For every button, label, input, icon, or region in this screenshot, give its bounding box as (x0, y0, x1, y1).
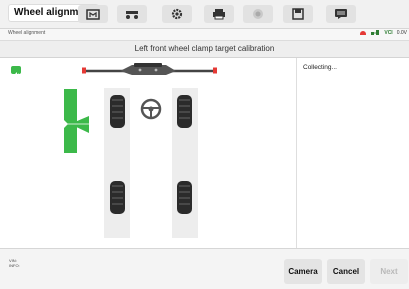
print-button[interactable] (204, 5, 234, 23)
calibration-target-bar (82, 63, 217, 75)
settings-button[interactable] (162, 5, 192, 23)
status-bar: Wheel alignment VCI 0.0V (0, 29, 409, 41)
vci-label: VCI (384, 30, 393, 36)
save-icon (292, 8, 304, 20)
vehicle-lift-icon (126, 11, 138, 19)
save-button[interactable] (283, 5, 313, 23)
steering-wheel-icon (140, 98, 162, 120)
message-button[interactable] (326, 5, 356, 23)
front-left-wheel (110, 95, 125, 128)
calibration-view (0, 58, 295, 248)
info-label: INFO: (9, 263, 20, 268)
printer-icon (213, 9, 225, 20)
status-indicators: VCI 0.0V (360, 30, 407, 36)
lift-button[interactable] (117, 5, 147, 23)
page-title: Left front wheel clamp target calibratio… (0, 41, 409, 58)
top-toolbar: Wheel alignment (0, 0, 409, 29)
front-right-wheel (177, 95, 192, 128)
next-button[interactable]: Next (370, 259, 408, 284)
voltage-label: 0.0V (396, 30, 407, 36)
connection-icon (371, 30, 380, 35)
vehicle-info: VIN: INFO: (9, 258, 20, 268)
alert-icon (360, 31, 367, 35)
home-icon (86, 9, 100, 20)
message-icon (335, 9, 347, 19)
camera-lens-button[interactable] (243, 5, 273, 23)
camera-button[interactable]: Camera (284, 259, 322, 284)
gear-icon (171, 8, 183, 20)
rear-right-wheel (177, 181, 192, 214)
home-button[interactable] (78, 5, 108, 23)
breadcrumb: Wheel alignment (8, 30, 46, 36)
camera-lens-icon (253, 9, 263, 19)
alignment-diagram (64, 63, 217, 238)
cancel-button[interactable]: Cancel (327, 259, 365, 284)
status-panel: Collecting... (296, 58, 409, 248)
rear-left-wheel (110, 181, 125, 214)
wheel-clamp-indicator (64, 89, 90, 153)
collecting-status: Collecting... (303, 64, 337, 71)
